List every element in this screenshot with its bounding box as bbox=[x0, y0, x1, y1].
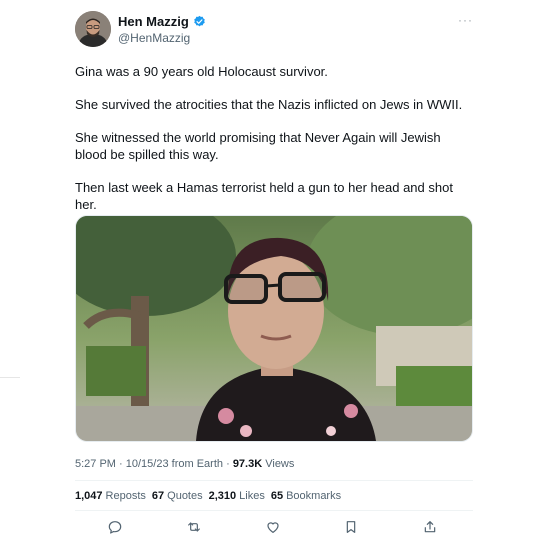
share-icon[interactable] bbox=[422, 519, 438, 535]
quotes-label: Quotes bbox=[167, 490, 203, 502]
quotes-stat[interactable]: 67 Quotes bbox=[152, 490, 203, 502]
engagement-stats: 1,047 Reposts 67 Quotes 2,310 Likes 65 Bookm… bbox=[75, 490, 341, 502]
more-options-icon[interactable]: ··· bbox=[458, 13, 473, 27]
likes-count: 2,310 bbox=[208, 490, 237, 502]
bookmarks-stat[interactable]: 65 Bookmarks bbox=[271, 490, 341, 502]
avatar[interactable] bbox=[75, 11, 111, 47]
tweet-paragraph: She witnessed the world promising that N… bbox=[75, 130, 441, 162]
quotes-count: 67 bbox=[151, 490, 165, 502]
tweet-paragraph: Gina was a 90 years old Holocaust surviv… bbox=[75, 64, 328, 79]
bookmarks-count: 65 bbox=[270, 490, 284, 502]
bookmark-icon[interactable] bbox=[343, 519, 359, 535]
reposts-count: 1,047 bbox=[75, 490, 103, 502]
likes-label: Likes bbox=[239, 490, 265, 502]
reposts-stat[interactable]: 1,047 Reposts bbox=[75, 490, 146, 502]
tweet-paragraph: Then last week a Hamas terrorist held a … bbox=[75, 180, 453, 212]
author-name-row[interactable]: Hen Mazzig bbox=[118, 14, 206, 29]
views-label: Views bbox=[265, 458, 295, 470]
left-divider bbox=[0, 377, 20, 378]
reply-icon[interactable] bbox=[107, 519, 123, 535]
reposts-label: Reposts bbox=[105, 490, 146, 502]
tweet-text: Gina was a 90 years old Holocaust surviv… bbox=[75, 63, 473, 229]
tweet-paragraph: She survived the atrocities that the Naz… bbox=[75, 97, 463, 112]
user-handle[interactable]: @HenMazzig bbox=[118, 31, 190, 45]
tweet-photo[interactable] bbox=[75, 215, 473, 442]
tweet-date[interactable]: 10/15/23 bbox=[126, 458, 169, 470]
like-icon[interactable] bbox=[265, 519, 281, 535]
repost-icon[interactable] bbox=[186, 519, 202, 535]
views-count: 97.3K bbox=[232, 458, 263, 470]
meta-separator: · bbox=[119, 458, 126, 470]
meta-separator: · bbox=[226, 458, 233, 470]
tweet-source: from Earth bbox=[171, 458, 224, 470]
divider bbox=[75, 510, 473, 511]
verified-badge-icon bbox=[193, 15, 206, 28]
tweet-meta: 5:27 PM · 10/15/23 from Earth · 97.3K Vi… bbox=[75, 458, 294, 470]
tweet-actions bbox=[75, 519, 473, 535]
display-name[interactable]: Hen Mazzig bbox=[118, 14, 189, 29]
likes-stat[interactable]: 2,310 Likes bbox=[209, 490, 265, 502]
bookmarks-label: Bookmarks bbox=[286, 490, 342, 502]
tweet: Hen Mazzig @HenMazzig ··· Gina was a 90 … bbox=[75, 0, 473, 548]
divider bbox=[75, 480, 473, 481]
photo-illustration bbox=[76, 216, 472, 441]
tweet-time[interactable]: 5:27 PM bbox=[75, 458, 116, 470]
